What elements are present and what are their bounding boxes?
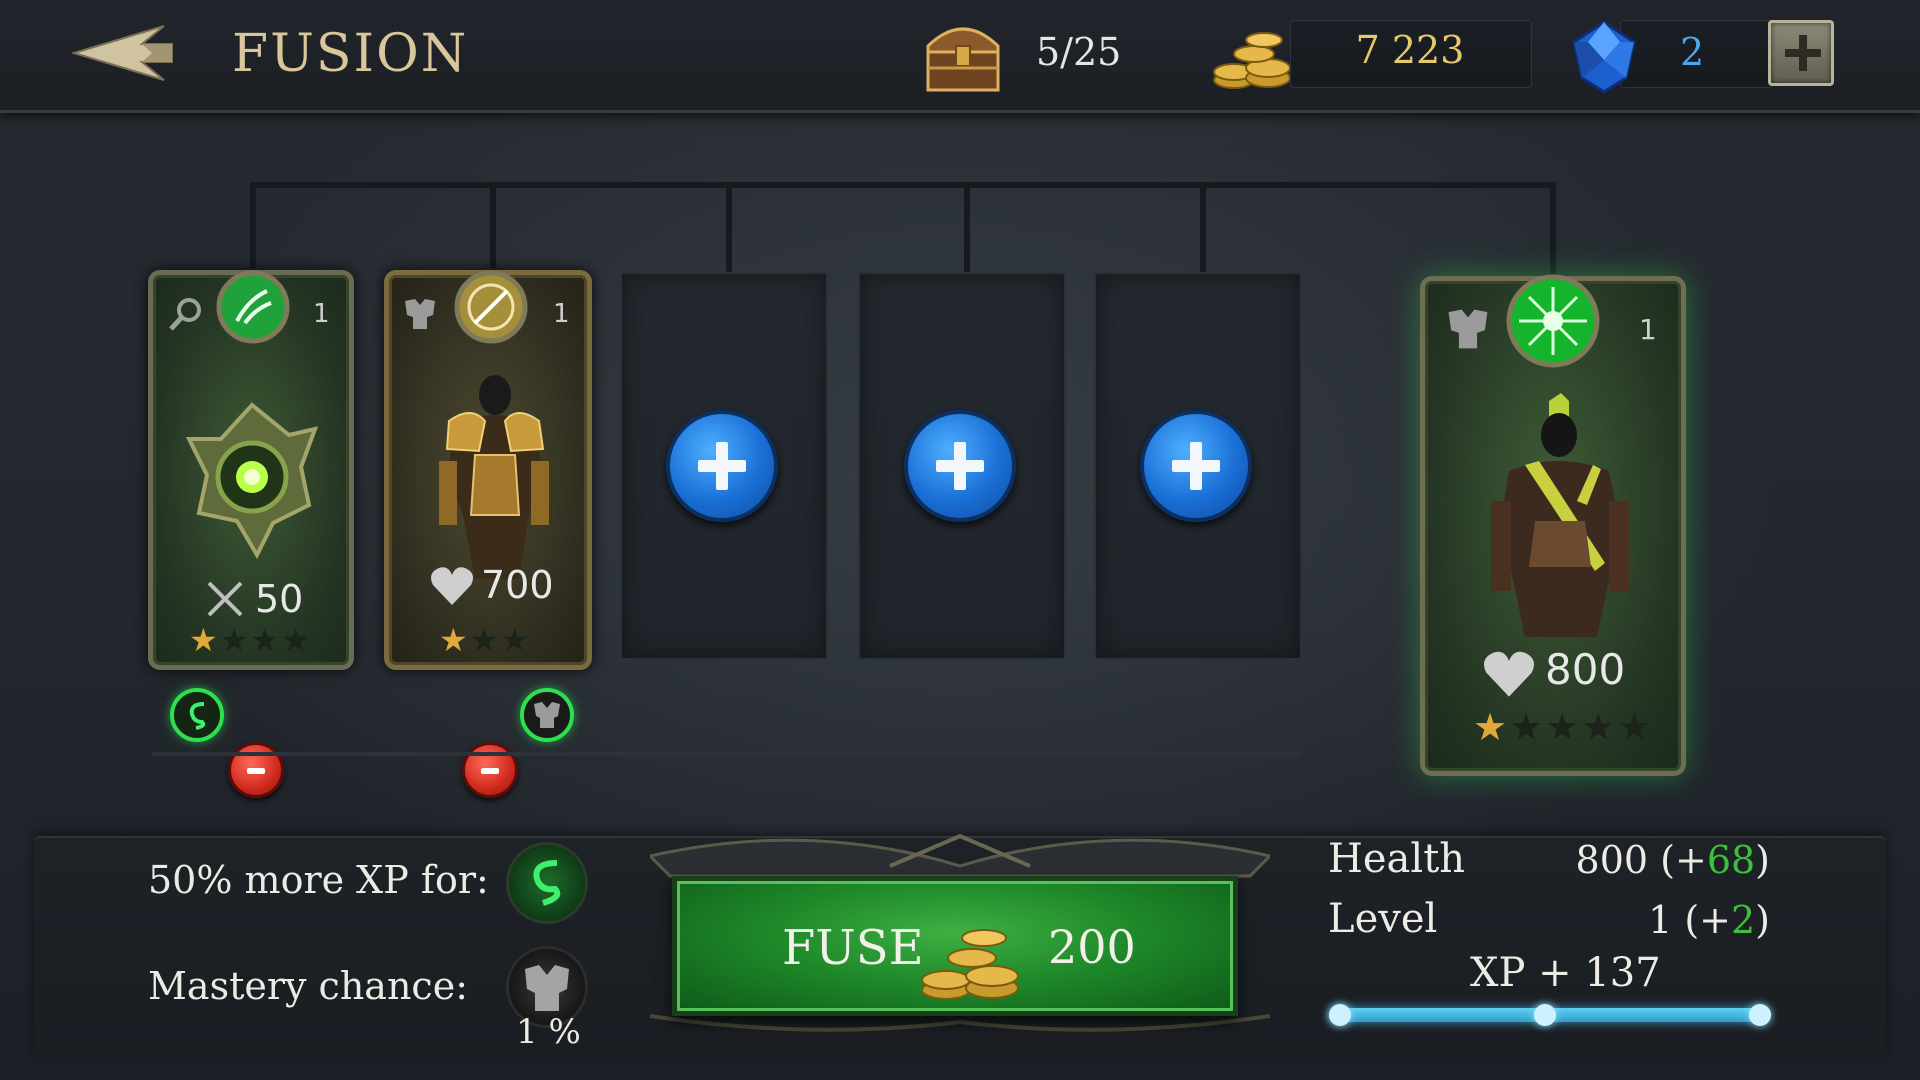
- health-close: ): [1755, 838, 1770, 882]
- top-bar: FUSION 5/25 7 223 2: [0, 0, 1920, 113]
- level-close: ): [1755, 898, 1770, 942]
- star-rating: ★★★★★: [1473, 705, 1653, 749]
- mastery-chance-label: Mastery chance:: [148, 964, 468, 1008]
- connector-drop: [964, 182, 970, 272]
- level-bonus: 2: [1730, 898, 1756, 942]
- star-filled-icon: ★: [1473, 705, 1510, 749]
- remove-material-button[interactable]: [462, 742, 518, 798]
- empty-material-slot[interactable]: [1094, 272, 1302, 660]
- star-empty-icon: ★★: [469, 621, 532, 659]
- result-health-value: 800: [1545, 645, 1626, 694]
- xp-gain-text: XP + 137: [1470, 950, 1661, 996]
- buy-currency-button[interactable]: [1768, 20, 1834, 86]
- serpent-icon: [506, 842, 588, 924]
- health-bonus: 68: [1706, 838, 1756, 882]
- xp-bonus-label: 50% more XP for:: [148, 858, 489, 902]
- xp-bar-progress-knob: [1534, 1004, 1556, 1026]
- material-card-weapon[interactable]: 1 50 ★★★★: [148, 270, 354, 670]
- star-rating: ★★★★: [189, 621, 312, 659]
- empty-material-slot[interactable]: [858, 272, 1066, 660]
- treasure-chest-icon: [926, 27, 1000, 92]
- health-label: Health: [1328, 836, 1466, 882]
- level-value: 1 (+2): [1560, 898, 1770, 942]
- green-amulet-icon: [185, 402, 319, 560]
- level-label: Level: [1328, 896, 1438, 942]
- gem-amount: 2: [1680, 30, 1705, 74]
- slot-base-rail: [152, 752, 1302, 756]
- magnifier-icon: [169, 298, 201, 331]
- fuse-cost: 200: [1048, 920, 1136, 974]
- level-base: 1 (+: [1648, 898, 1731, 942]
- inventory-count: 5/25: [1036, 30, 1122, 74]
- heart-icon: [431, 567, 473, 605]
- connector-drop: [1200, 182, 1206, 272]
- mastery-chance-value: 1 %: [516, 1012, 581, 1052]
- empty-material-slot[interactable]: [620, 272, 828, 660]
- golden-armor-figure: [439, 375, 549, 579]
- star-filled-icon: ★: [189, 621, 220, 659]
- item-attack-value: 50: [255, 577, 304, 621]
- star-rating: ★★★: [439, 621, 531, 659]
- result-item-card[interactable]: 1 800 ★★★★★: [1420, 274, 1686, 776]
- health-value: 800 (+68): [1560, 838, 1770, 882]
- crossed-swords-icon: [207, 581, 243, 617]
- star-empty-icon: ★★★★: [1509, 705, 1654, 749]
- gold-coins-icon: [1213, 32, 1291, 89]
- item-level: 1: [553, 299, 570, 329]
- page-title: FUSION: [232, 24, 469, 84]
- xp-bar-end-knob: [1749, 1004, 1771, 1026]
- fuse-button-label: FUSE: [782, 920, 924, 976]
- remove-material-button[interactable]: [228, 742, 284, 798]
- green-burst-icon: [1506, 274, 1600, 368]
- connector-drop: [490, 182, 496, 268]
- xp-bar-start-knob: [1329, 1004, 1351, 1026]
- add-material-button[interactable]: [666, 410, 778, 522]
- back-arrow-icon[interactable]: [72, 22, 182, 84]
- sword-emblem-icon: [454, 270, 528, 344]
- blue-gem-icon: [1572, 20, 1636, 94]
- heart-icon: [1484, 651, 1534, 697]
- connector-drop: [1550, 182, 1556, 278]
- fusion-connector-line: [250, 182, 1556, 188]
- star-filled-icon: ★: [439, 621, 470, 659]
- chestplate-bonus-icon: [520, 688, 574, 742]
- health-base: 800 (+: [1575, 838, 1707, 882]
- chestplate-icon: [405, 299, 435, 329]
- chestplate-icon: [1448, 309, 1488, 349]
- add-material-button[interactable]: [904, 410, 1016, 522]
- agility-icon: [216, 270, 290, 344]
- gold-coins-icon: [921, 929, 1019, 1000]
- item-level: 1: [313, 299, 330, 329]
- gold-amount: 7 223: [1355, 28, 1465, 72]
- star-empty-icon: ★★★: [219, 621, 312, 659]
- serpent-bonus-icon: [170, 688, 224, 742]
- add-material-button[interactable]: [1140, 410, 1252, 522]
- item-health-value: 700: [481, 563, 554, 607]
- connector-drop: [726, 182, 732, 272]
- green-armor-figure: [1491, 393, 1629, 637]
- material-card-armor[interactable]: 1 700 ★★★: [384, 270, 592, 670]
- connector-drop: [250, 182, 256, 268]
- item-level: 1: [1639, 313, 1657, 346]
